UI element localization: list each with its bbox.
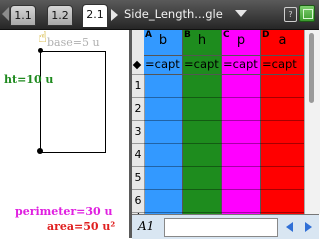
row-gridline	[144, 212, 304, 213]
column-name[interactable]: b	[144, 33, 182, 48]
row-header[interactable]: 2	[132, 98, 145, 121]
row-gridline	[144, 143, 304, 144]
document-title[interactable]: Side_Length...gle	[124, 6, 223, 22]
tab-2-1[interactable]: 2.1	[82, 4, 108, 27]
column-divider	[182, 30, 183, 214]
column-c[interactable]: C p =capt	[222, 30, 260, 214]
right-arrow-icon	[305, 222, 312, 232]
column-formula[interactable]: =capt	[262, 57, 304, 71]
formula-separator	[183, 74, 221, 75]
formula-separator	[144, 74, 182, 75]
header-separator	[183, 55, 221, 56]
column-name[interactable]: h	[183, 33, 221, 48]
diamond-icon	[132, 60, 142, 70]
formula-separator	[261, 74, 304, 75]
row-header[interactable]: 3	[132, 121, 145, 144]
height-measurement[interactable]: ht=10 u	[4, 73, 53, 86]
scroll-right-button[interactable]	[300, 218, 315, 235]
rectangle-drag-point[interactable]	[37, 148, 43, 154]
column-formula[interactable]: =capt	[145, 57, 182, 71]
column-name[interactable]: p	[222, 33, 260, 48]
header-separator	[261, 55, 304, 56]
scroll-left-button[interactable]	[282, 218, 297, 235]
left-arrow-icon	[286, 222, 293, 232]
rectangle-corner-point[interactable]	[38, 48, 43, 53]
title-bar: 1.1 1.2 2.1 Side_Length...gle ?	[0, 0, 319, 30]
column-divider	[260, 30, 261, 214]
column-formula[interactable]: =capt	[184, 57, 221, 71]
row-header[interactable]: 6	[132, 190, 145, 213]
column-a[interactable]: A b =capt	[144, 30, 182, 214]
column-formula[interactable]: =capt	[223, 57, 260, 71]
base-measurement[interactable]: base=5 u	[47, 36, 100, 49]
rectangle-shape[interactable]	[40, 51, 106, 153]
column-name[interactable]: a	[261, 33, 304, 48]
row-header[interactable]: 1	[132, 75, 145, 98]
scrollbar-thumb[interactable]	[309, 33, 314, 103]
prev-arrow-icon[interactable]	[2, 7, 9, 21]
spreadsheet[interactable]: A b =capt B h =capt C p =capt D a =capt …	[132, 30, 320, 239]
row-gridline	[144, 120, 304, 121]
row-gridline	[144, 166, 304, 167]
header-separator	[222, 55, 260, 56]
dropdown-caret-icon[interactable]	[235, 10, 247, 17]
cell-entry-field[interactable]	[164, 218, 278, 237]
selected-cell-reference: A1	[138, 219, 155, 233]
play-arrow-icon[interactable]	[111, 9, 118, 21]
tab-1-2[interactable]: 1.2	[47, 5, 73, 26]
row-gridline	[144, 97, 304, 98]
area-measurement[interactable]: area=50 u²	[47, 220, 115, 233]
cell-entry-bar: A1	[132, 214, 319, 239]
column-d[interactable]: D a =capt	[261, 30, 304, 214]
vertical-scrollbar[interactable]	[304, 30, 320, 214]
row-header[interactable]: 4	[132, 144, 145, 167]
column-b[interactable]: B h =capt	[183, 30, 221, 214]
row-header[interactable]: 5	[132, 167, 145, 190]
battery-icon: ?	[284, 7, 297, 22]
header-separator	[144, 55, 182, 56]
formula-separator	[222, 74, 260, 75]
row-gridline	[144, 189, 304, 190]
perimeter-measurement[interactable]: perimeter=30 u	[15, 205, 113, 218]
column-divider	[221, 30, 222, 214]
tab-1-1[interactable]: 1.1	[10, 5, 36, 26]
hand-cursor-icon: ☝	[38, 28, 48, 46]
close-icon[interactable]	[299, 5, 315, 22]
